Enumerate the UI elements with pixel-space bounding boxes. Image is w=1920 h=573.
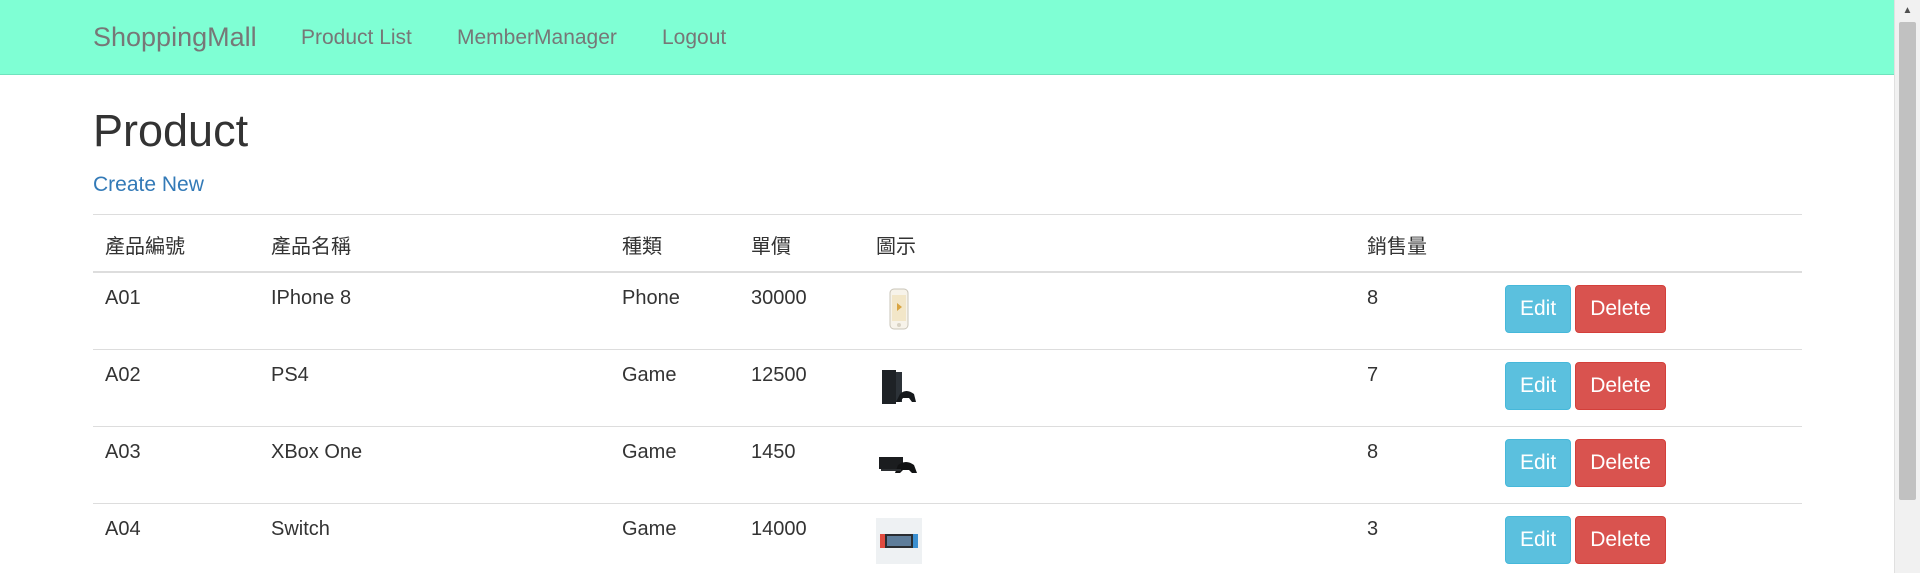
- table-row: A04 Switch Game 14000 3 Edit Delete: [93, 503, 1802, 573]
- cell-id: A04: [93, 503, 259, 573]
- header-product-name: 產品名稱: [259, 214, 610, 273]
- cell-price: 12500: [739, 349, 864, 427]
- cell-image: [864, 349, 1355, 427]
- brand-link[interactable]: ShoppingMall: [93, 22, 257, 53]
- cell-actions: Edit Delete: [1493, 271, 1802, 350]
- header-category: 種類: [610, 214, 739, 273]
- header-product-id: 產品編號: [93, 214, 259, 273]
- cell-name: PS4: [259, 349, 610, 427]
- cell-price: 14000: [739, 503, 864, 573]
- edit-button[interactable]: Edit: [1505, 285, 1572, 333]
- nav-product-list[interactable]: Product List: [301, 26, 412, 50]
- scrollbar-thumb[interactable]: [1899, 22, 1916, 500]
- cell-type: Phone: [610, 271, 739, 350]
- cell-name: XBox One: [259, 426, 610, 504]
- cell-sales: 3: [1355, 503, 1493, 573]
- cell-type: Game: [610, 503, 739, 573]
- delete-button[interactable]: Delete: [1575, 439, 1666, 487]
- edit-button[interactable]: Edit: [1505, 516, 1572, 564]
- nav-logout[interactable]: Logout: [662, 26, 726, 50]
- cell-image: [864, 271, 1355, 350]
- cell-price: 30000: [739, 271, 864, 350]
- cell-image: [864, 503, 1355, 573]
- vertical-scrollbar[interactable]: ▲: [1894, 0, 1920, 573]
- cell-id: A03: [93, 426, 259, 504]
- cell-actions: Edit Delete: [1493, 349, 1802, 427]
- cell-sales: 8: [1355, 426, 1493, 504]
- cell-name: IPhone 8: [259, 271, 610, 350]
- nav-member-manager[interactable]: MemberManager: [457, 26, 617, 50]
- delete-button[interactable]: Delete: [1575, 285, 1666, 333]
- table-row: A03 XBox One Game 1450 8 Edit Delete: [93, 426, 1802, 504]
- switch-image: [876, 518, 922, 564]
- header-sales: 銷售量: [1355, 214, 1493, 273]
- cell-name: Switch: [259, 503, 610, 573]
- cell-id: A02: [93, 349, 259, 427]
- table-row: A01 IPhone 8 Phone 30000 8 Edit Delete: [93, 271, 1802, 350]
- cell-actions: Edit Delete: [1493, 503, 1802, 573]
- iphone-image: [889, 288, 909, 330]
- header-unit-price: 單價: [739, 214, 864, 273]
- cell-sales: 7: [1355, 349, 1493, 427]
- edit-button[interactable]: Edit: [1505, 439, 1572, 487]
- header-actions: [1493, 214, 1802, 273]
- cell-actions: Edit Delete: [1493, 426, 1802, 504]
- product-table: 產品編號 產品名稱 種類 單價 圖示 銷售量 A01 IPhone 8 Phon…: [93, 214, 1802, 573]
- page-content: Product Create New 產品編號 產品名稱 種類 單價 圖示 銷售…: [0, 75, 1895, 573]
- header-image: 圖示: [864, 214, 1355, 273]
- edit-button[interactable]: Edit: [1505, 362, 1572, 410]
- delete-button[interactable]: Delete: [1575, 362, 1666, 410]
- cell-price: 1450: [739, 426, 864, 504]
- cell-type: Game: [610, 349, 739, 427]
- ps4-image: [882, 370, 916, 404]
- cell-sales: 8: [1355, 271, 1493, 350]
- scroll-up-arrow-icon[interactable]: ▲: [1895, 2, 1920, 20]
- cell-type: Game: [610, 426, 739, 504]
- page-title: Product: [93, 105, 249, 156]
- table-row: A02 PS4 Game 12500 7 Edit Delete: [93, 349, 1802, 427]
- cell-image: [864, 426, 1355, 504]
- top-navbar: ShoppingMall Product List MemberManager …: [0, 0, 1895, 75]
- table-header-row: 產品編號 產品名稱 種類 單價 圖示 銷售量: [93, 214, 1802, 273]
- delete-button[interactable]: Delete: [1575, 516, 1666, 564]
- cell-id: A01: [93, 271, 259, 350]
- create-new-link[interactable]: Create New: [93, 173, 204, 197]
- xbox-image: [879, 457, 917, 473]
